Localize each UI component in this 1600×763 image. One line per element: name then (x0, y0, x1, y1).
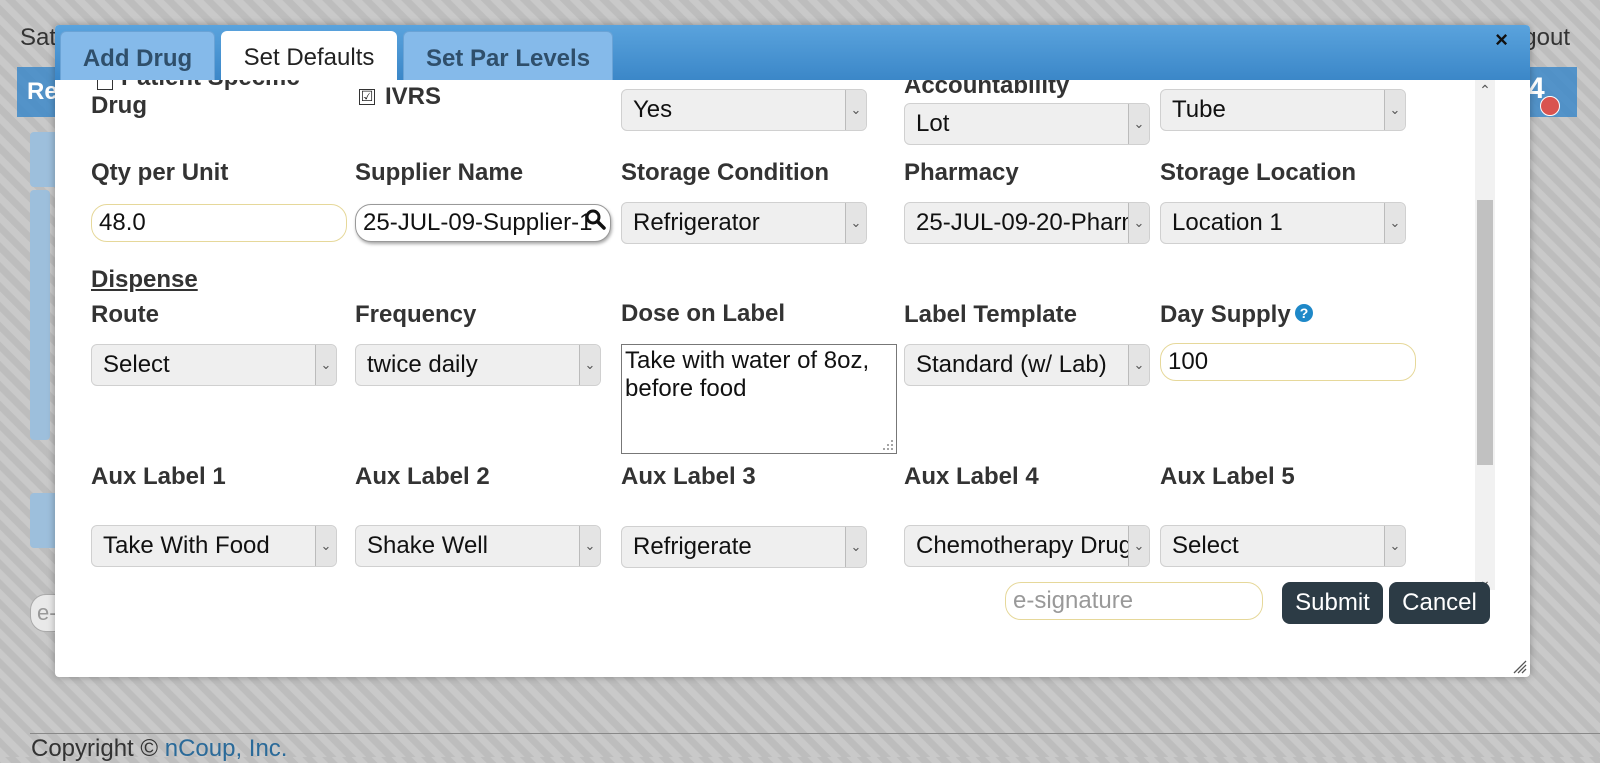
aux-label-1-value: Take With Food (103, 532, 270, 559)
storage-condition-value: Refrigerator (633, 209, 760, 236)
storage-location-label: Storage Location (1160, 159, 1357, 186)
background-header-left: Sat (20, 24, 57, 51)
scrollbar-thumb[interactable] (1477, 200, 1493, 465)
route-label: Route (91, 301, 159, 328)
pharmacy-select[interactable]: 25-JUL-09-20-Pharm ⌄ (904, 202, 1150, 244)
dialog-content: Patient Specific Drug ☑ IVRS Yes ⌄ Accoun… (55, 80, 1530, 590)
chevron-down-icon: ⌄ (1128, 526, 1149, 566)
storage-condition-label: Storage Condition (621, 159, 829, 186)
background-title-text: Re (27, 78, 58, 105)
aux-label-2-label: Aux Label 2 (355, 463, 490, 490)
ivrs-checkbox[interactable]: ☑ (359, 89, 375, 105)
aux-label-5-label: Aux Label 5 (1160, 463, 1295, 490)
set-defaults-dialog: Add Drug Set Defaults Set Par Levels × P… (55, 25, 1530, 677)
chevron-down-icon: ⌄ (1128, 104, 1149, 144)
submit-button[interactable]: Submit (1282, 582, 1383, 624)
supplier-name-value: 25-JUL-09-Supplier-1 (363, 209, 593, 236)
chevron-down-icon: ⌄ (1384, 526, 1405, 566)
chevron-down-icon: ⌄ (1128, 345, 1149, 385)
chevron-down-icon: ⌄ (579, 345, 600, 385)
pharmacy-label: Pharmacy (904, 159, 1019, 186)
tab-set-par-levels[interactable]: Set Par Levels (403, 31, 613, 80)
row0-col5-value: Tube (1172, 96, 1226, 123)
label-template-label: Label Template (904, 301, 1077, 328)
aux-label-3-value: Refrigerate (633, 533, 752, 560)
background-panel-2 (30, 190, 50, 440)
close-icon[interactable]: × (1495, 27, 1508, 53)
dialog-resize-icon[interactable] (1513, 660, 1527, 674)
chevron-down-icon: ⌄ (845, 527, 866, 567)
qty-per-unit-input[interactable]: 48.0 (91, 204, 347, 242)
aux-label-3-label: Aux Label 3 (621, 463, 756, 490)
frequency-value: twice daily (367, 351, 478, 378)
aux-label-2-select[interactable]: Shake Well ⌄ (355, 525, 601, 567)
footer-divider (30, 733, 1600, 734)
accountability-value: Lot (916, 110, 950, 137)
aux-label-4-select[interactable]: Chemotherapy Drug ⌄ (904, 525, 1150, 567)
scroll-up-icon[interactable]: ⌃ (1475, 80, 1495, 100)
aux-label-1-label: Aux Label 1 (91, 463, 226, 490)
label-template-select[interactable]: Standard (w/ Lab) ⌄ (904, 344, 1150, 386)
background-badge: 4 (1528, 72, 1568, 116)
content-scrollbar[interactable]: ⌃ ⌄ (1475, 80, 1495, 590)
frequency-select[interactable]: twice daily ⌄ (355, 344, 601, 386)
dose-on-label-textarea[interactable]: Take with water of 8oz, before food (621, 344, 897, 454)
row0-col3-value: Yes (633, 96, 673, 123)
help-icon[interactable]: ? (1295, 304, 1313, 322)
chevron-down-icon: ⌄ (1384, 90, 1405, 130)
accountability-label: Accountability (904, 80, 1070, 99)
dispense-section-title: Dispense (91, 266, 198, 293)
day-supply-input[interactable]: 100 (1160, 343, 1416, 381)
copyright-prefix: Copyright © (31, 735, 165, 762)
row0-col5-select[interactable]: Tube ⌄ (1160, 89, 1406, 131)
remove-badge-icon (1540, 96, 1560, 116)
dialog-titlebar: Add Drug Set Defaults Set Par Levels × (55, 25, 1530, 80)
storage-location-select[interactable]: Location 1 ⌄ (1160, 202, 1406, 244)
tab-set-defaults[interactable]: Set Defaults (221, 31, 397, 80)
chevron-down-icon: ⌄ (845, 203, 866, 243)
supplier-name-input[interactable]: 25-JUL-09-Supplier-1 (355, 204, 611, 242)
route-select[interactable]: Select ⌄ (91, 344, 337, 386)
route-value: Select (103, 351, 170, 378)
storage-condition-select[interactable]: Refrigerator ⌄ (621, 202, 867, 244)
copyright-text: Copyright © nCoup, Inc. (31, 735, 287, 763)
tab-add-drug[interactable]: Add Drug (60, 31, 215, 80)
aux-label-4-label: Aux Label 4 (904, 463, 1039, 490)
cancel-button[interactable]: Cancel (1389, 582, 1490, 624)
day-supply-label: Day Supply (1160, 301, 1291, 328)
search-icon[interactable] (584, 208, 606, 230)
patient-specific-label: Patient Specific Drug (91, 80, 300, 119)
frequency-label: Frequency (355, 301, 477, 328)
ncoup-link[interactable]: nCoup, Inc. (165, 735, 288, 762)
aux-label-5-select[interactable]: Select ⌄ (1160, 525, 1406, 567)
qty-per-unit-label: Qty per Unit (91, 159, 229, 186)
pharmacy-value: 25-JUL-09-20-Pharm (916, 209, 1142, 236)
ivrs-label: IVRS (385, 83, 442, 110)
chevron-down-icon: ⌄ (315, 526, 336, 566)
row0-col3-select[interactable]: Yes ⌄ (621, 89, 867, 131)
accountability-select[interactable]: Lot ⌄ (904, 103, 1150, 145)
chevron-down-icon: ⌄ (1384, 203, 1405, 243)
label-template-value: Standard (w/ Lab) (916, 351, 1107, 378)
background-logout-link[interactable]: gout (1523, 24, 1570, 52)
chevron-down-icon: ⌄ (579, 526, 600, 566)
aux-label-3-select[interactable]: Refrigerate ⌄ (621, 526, 867, 568)
resize-grip-icon[interactable] (882, 439, 894, 451)
aux-label-4-value: Chemotherapy Drug (916, 532, 1133, 559)
aux-label-5-value: Select (1172, 532, 1239, 559)
chevron-down-icon: ⌄ (845, 90, 866, 130)
dose-on-label-value: Take with water of 8oz, before food (625, 347, 870, 402)
aux-label-2-value: Shake Well (367, 532, 488, 559)
aux-label-1-select[interactable]: Take With Food ⌄ (91, 525, 337, 567)
storage-location-value: Location 1 (1172, 209, 1283, 236)
dose-on-label-label: Dose on Label (621, 300, 786, 327)
esignature-input[interactable]: e-signature (1005, 582, 1263, 620)
supplier-name-label: Supplier Name (355, 159, 524, 186)
chevron-down-icon: ⌄ (315, 345, 336, 385)
chevron-down-icon: ⌄ (1128, 203, 1149, 243)
